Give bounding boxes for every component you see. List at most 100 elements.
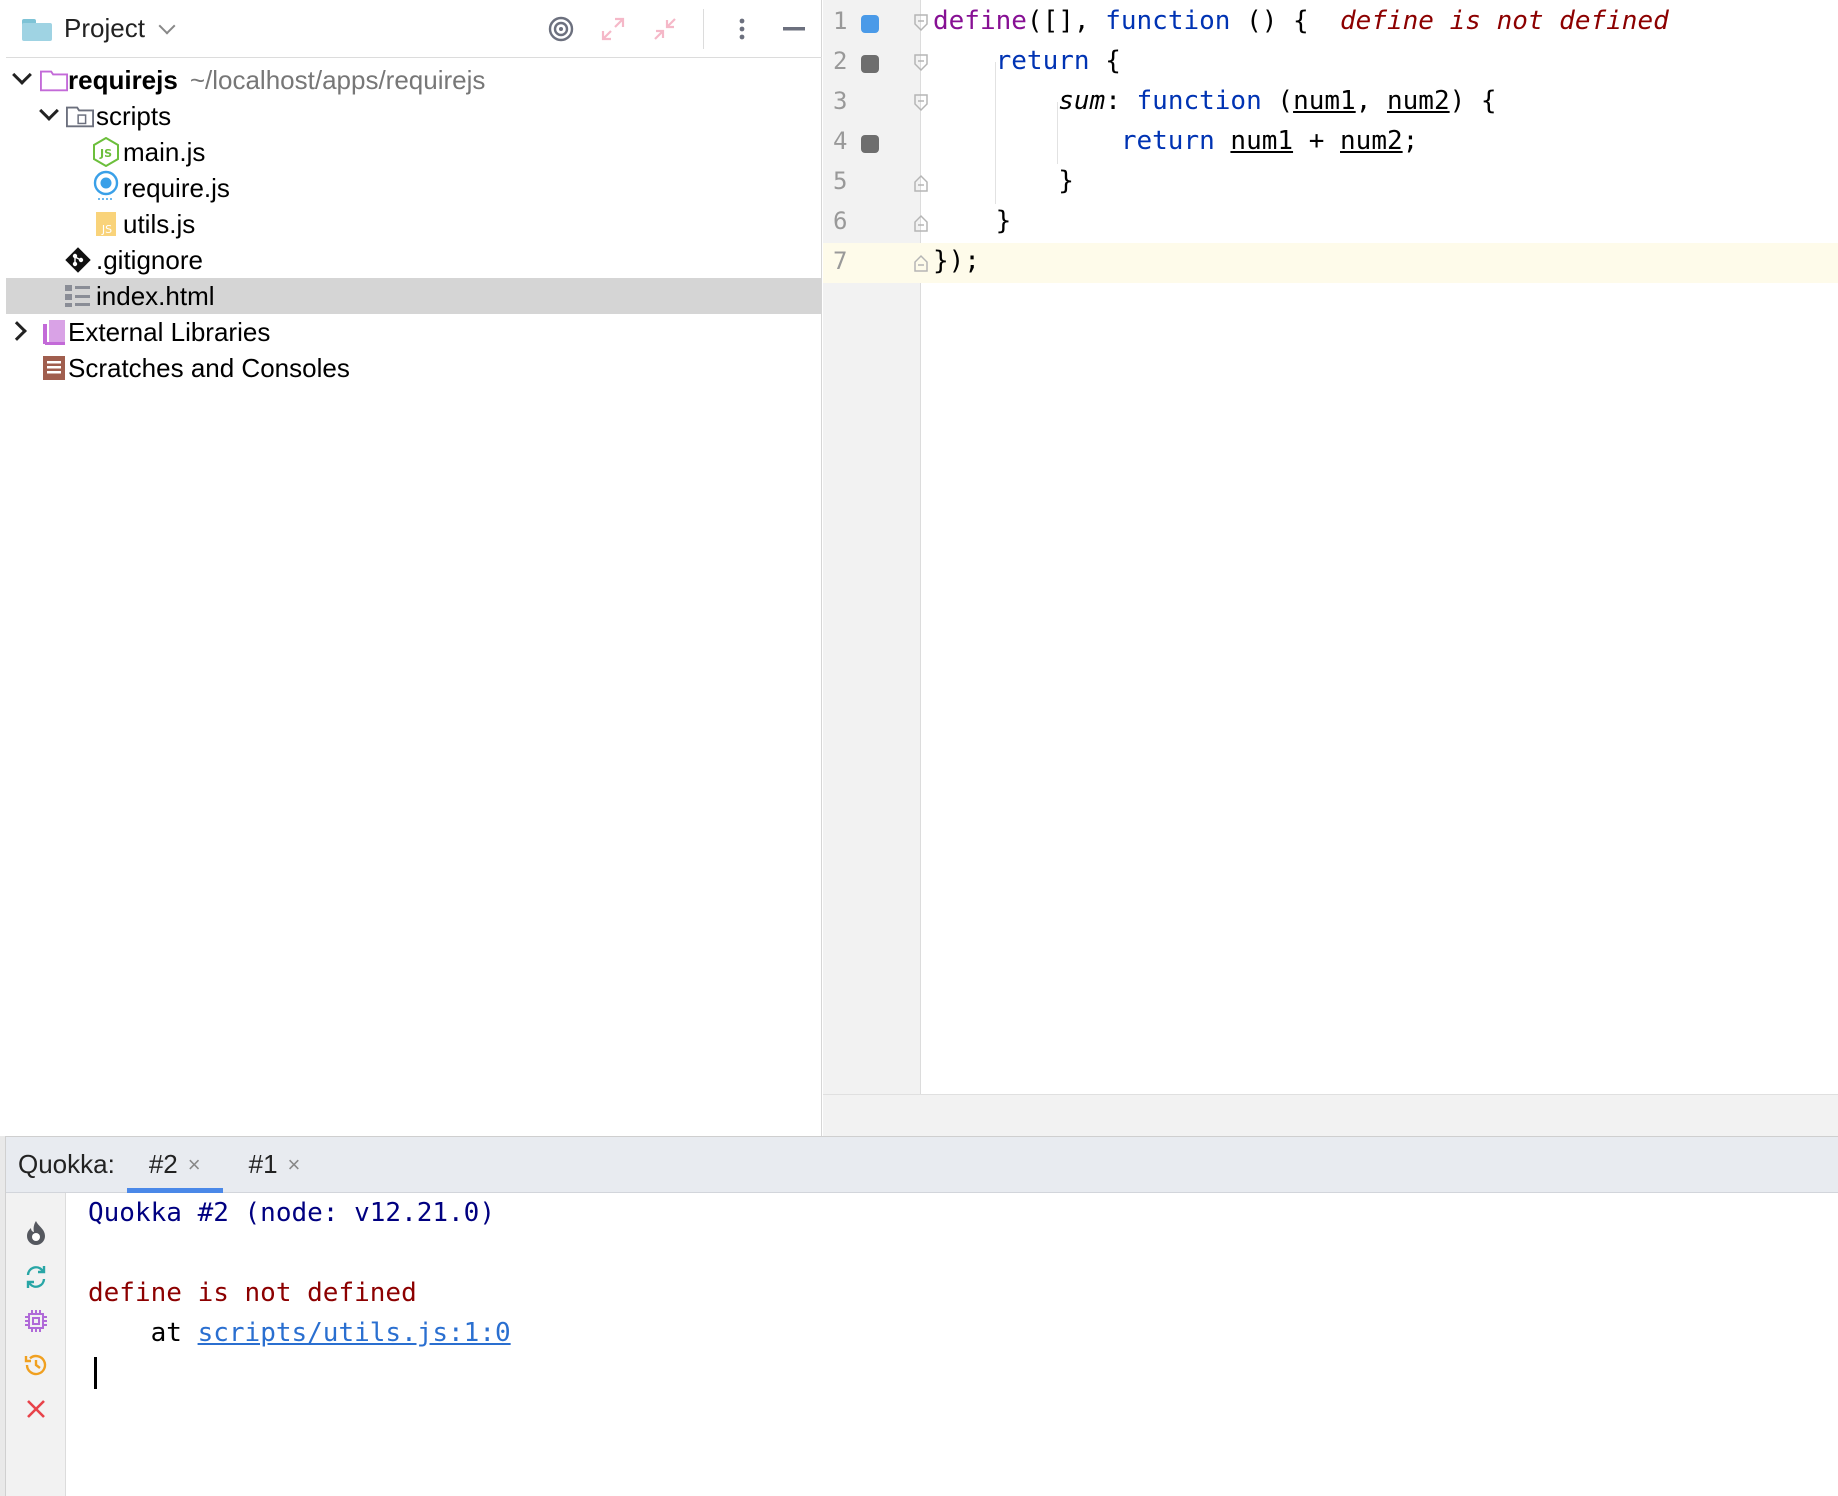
fold-end-icon[interactable]	[913, 253, 929, 273]
quokka-coverage-marker[interactable]	[861, 55, 879, 73]
more-options-icon[interactable]	[728, 15, 756, 43]
chevron-right-icon[interactable]	[7, 321, 27, 341]
folder-icon	[22, 17, 54, 41]
code-token: }	[1058, 166, 1074, 196]
toolbar-divider	[703, 9, 704, 49]
editor-horizontal-scrollbar[interactable]	[823, 1094, 1838, 1136]
tree-item-index-html[interactable]: index.html	[6, 278, 822, 314]
quokka-stack-line: at scripts/utils.js:1:0	[88, 1313, 511, 1353]
stack-trace-link[interactable]: scripts/utils.js:1:0	[198, 1318, 511, 1348]
select-opened-file-icon[interactable]	[547, 15, 575, 43]
line-number: 4	[833, 127, 848, 155]
code-token: ;	[1402, 126, 1419, 156]
tab-quokka-1[interactable]: #1 ×	[227, 1137, 323, 1193]
tree-item-require-js[interactable]: require.js	[6, 170, 822, 206]
tree-item-main-js[interactable]: JS main.js	[6, 134, 822, 170]
git-icon	[64, 246, 92, 274]
line-number: 1	[833, 7, 848, 35]
hide-panel-icon[interactable]	[780, 15, 808, 43]
close-icon[interactable]	[22, 1395, 50, 1423]
code-token: });	[933, 246, 980, 276]
project-panel: Project requirejs ~/localhost/apps/requi…	[0, 0, 822, 1136]
library-icon	[40, 318, 68, 346]
code-token: :	[1105, 86, 1137, 116]
code-line-7[interactable]: 7 });	[823, 243, 1838, 283]
code-token: function	[1105, 6, 1231, 36]
tree-item-scripts[interactable]: scripts	[6, 98, 822, 134]
refresh-icon[interactable]	[22, 1263, 50, 1291]
module-folder-icon	[40, 66, 68, 94]
quokka-toolbar	[6, 1193, 66, 1496]
code-token: () {	[1230, 6, 1309, 36]
code-token: return	[1120, 126, 1215, 156]
code-token: num1	[1293, 86, 1356, 116]
tree-item-label: require.js	[123, 173, 230, 203]
project-header: Project	[6, 0, 822, 58]
collapse-all-icon[interactable]	[651, 15, 679, 43]
quokka-output-header: Quokka #2 (node: v12.21.0)	[88, 1198, 495, 1228]
close-tab-icon[interactable]: ×	[288, 1152, 301, 1178]
code-token: }	[995, 206, 1012, 236]
tree-item-label: index.html	[96, 281, 215, 311]
code-line-5[interactable]: 5 }	[823, 163, 1838, 203]
code-token: num2	[1340, 126, 1403, 156]
tree-item-utils-js[interactable]: JS utils.js	[6, 206, 822, 242]
tree-item-label: Scratches and Consoles	[68, 353, 350, 383]
code-token: ([],	[1026, 6, 1106, 36]
tab-quokka-2[interactable]: #2 ×	[126, 1137, 223, 1193]
tree-root-label: requirejs	[68, 65, 178, 95]
code-token: function	[1136, 86, 1262, 116]
code-token: num1	[1230, 126, 1294, 156]
tree-item-gitignore[interactable]: .gitignore	[6, 242, 822, 278]
scratches-icon	[40, 354, 68, 382]
tree-item-scratches[interactable]: Scratches and Consoles	[6, 350, 822, 386]
tree-root-path: ~/localhost/apps/requirejs	[189, 65, 486, 95]
code-line-1[interactable]: 1 define([], function () { define is not…	[823, 3, 1838, 43]
fold-icon[interactable]	[913, 53, 929, 73]
flame-icon[interactable]	[22, 1219, 50, 1247]
project-view-selector[interactable]: Project	[22, 13, 176, 44]
fold-icon[interactable]	[913, 13, 929, 33]
fold-icon[interactable]	[913, 93, 929, 113]
project-title: Project	[64, 13, 145, 43]
chevron-down-icon[interactable]	[12, 65, 32, 85]
tree-item-label: External Libraries	[68, 317, 271, 347]
line-number: 7	[833, 247, 848, 275]
tree-item-label: scripts	[96, 101, 172, 131]
history-icon[interactable]	[22, 1351, 50, 1379]
code-line-6[interactable]: 6 }	[823, 203, 1838, 243]
chevron-down-icon[interactable]	[39, 101, 59, 121]
javascript-file-icon: JS	[92, 210, 120, 238]
line-number: 6	[833, 207, 848, 235]
chip-icon[interactable]	[22, 1307, 50, 1335]
code-token: (	[1261, 86, 1294, 116]
folder-icon	[66, 102, 94, 130]
code-token: sum	[1058, 86, 1106, 116]
line-number: 5	[833, 167, 848, 195]
quokka-coverage-marker[interactable]	[861, 135, 879, 153]
code-line-4[interactable]: 4 return num1 + num2;	[823, 123, 1838, 163]
tab-label: #1	[248, 1149, 278, 1179]
tree-item-label: main.js	[123, 137, 206, 167]
quokka-tab-bar: Quokka: #2 × #1 ×	[6, 1137, 1838, 1193]
code-editor[interactable]: 1 define([], function () { define is not…	[823, 0, 1838, 1136]
quokka-coverage-marker[interactable]	[861, 15, 879, 33]
tree-item-requirejs[interactable]: requirejs ~/localhost/apps/requirejs	[6, 62, 822, 98]
line-number: 2	[833, 47, 848, 75]
quokka-panel: Quokka: #2 × #1 × Quokka #2 (node: v12.2…	[6, 1136, 1838, 1496]
code-line-2[interactable]: 2 return {	[823, 43, 1838, 83]
svg-text:JS: JS	[101, 223, 112, 236]
close-tab-icon[interactable]: ×	[188, 1152, 201, 1178]
code-token: return	[995, 46, 1090, 76]
tree-item-external-libraries[interactable]: External Libraries	[6, 314, 822, 350]
code-token: num2	[1387, 86, 1450, 116]
requirejs-file-icon	[92, 170, 120, 200]
code-token: ,	[1355, 86, 1387, 116]
quokka-error-message: define is not defined	[88, 1278, 417, 1308]
expand-all-icon[interactable]	[599, 15, 627, 43]
fold-end-icon[interactable]	[913, 173, 929, 193]
inline-error-message: define is not defined	[1340, 6, 1669, 36]
chevron-down-icon	[158, 17, 176, 34]
fold-end-icon[interactable]	[913, 213, 929, 233]
code-line-3[interactable]: 3 sum: function (num1, num2) {	[823, 83, 1838, 123]
